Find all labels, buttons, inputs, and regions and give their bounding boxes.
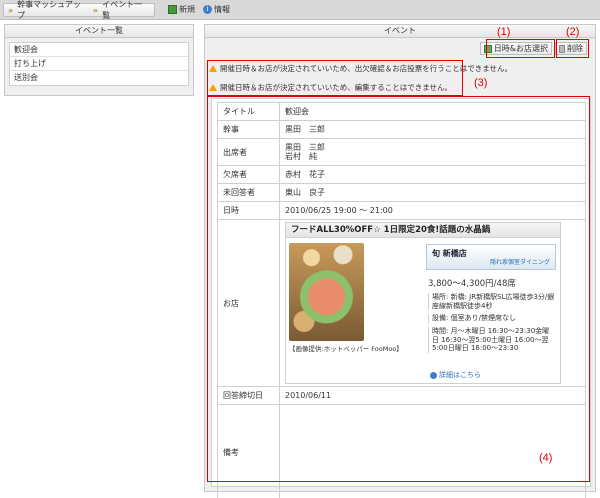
annotation-box-3: [207, 60, 463, 96]
top-bar: » 幹事マッシュアップ » イベント一覧 新規 i 情報: [0, 0, 600, 20]
breadcrumb-home[interactable]: 幹事マッシュアップ: [17, 0, 89, 21]
annotation-box-2: [556, 39, 589, 58]
info-icon: i: [203, 5, 212, 14]
info-label: 情報: [214, 5, 230, 14]
event-list-item[interactable]: 歓迎会: [10, 43, 188, 57]
event-list-panel: イベント一覧 歓迎会 打ち上げ 送別会: [4, 24, 194, 96]
annotation-box-1: [486, 39, 555, 58]
annotation-label-3: (3): [474, 77, 488, 89]
annotation-label-2: (2): [566, 26, 580, 38]
chevron-right-icon: »: [92, 5, 99, 15]
top-nav: 新規 i 情報: [168, 4, 230, 15]
event-panel-title: イベント: [205, 25, 595, 38]
chevron-right-icon: »: [8, 5, 14, 15]
new-button[interactable]: 新規: [168, 4, 195, 15]
event-list-item[interactable]: 打ち上げ: [10, 57, 188, 71]
event-list: 歓迎会 打ち上げ 送別会: [9, 42, 189, 86]
event-list-title: イベント一覧: [5, 25, 193, 38]
annotation-label-1: (1): [497, 26, 511, 38]
breadcrumb-current[interactable]: イベント一覧: [102, 0, 150, 21]
event-list-item[interactable]: 送別会: [10, 71, 188, 85]
new-label: 新規: [179, 5, 195, 14]
annotation-label-4: (4): [539, 452, 553, 464]
info-button[interactable]: i 情報: [203, 4, 230, 15]
breadcrumb: » 幹事マッシュアップ » イベント一覧: [3, 0, 155, 20]
new-icon: [168, 5, 177, 14]
annotation-box-4: [207, 96, 590, 482]
